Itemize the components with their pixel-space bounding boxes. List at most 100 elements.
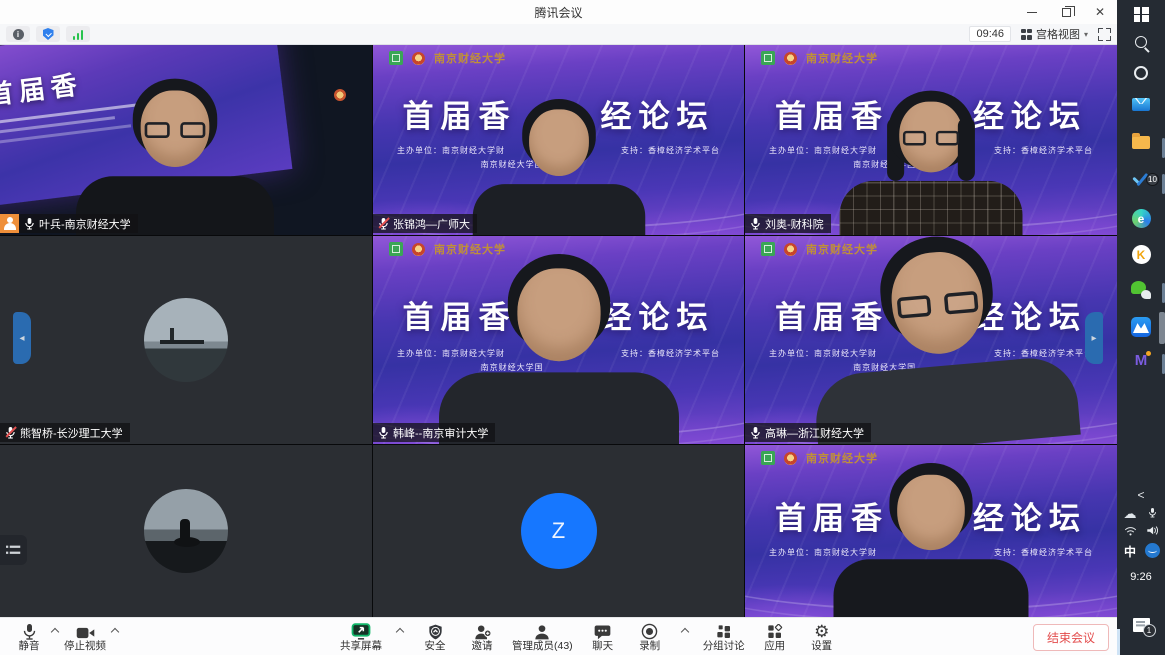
security-button[interactable]: 安全 xyxy=(418,623,452,652)
settings-button[interactable]: ⚙ 设置 xyxy=(805,623,839,652)
participant-nametag: 韩峰--南京审计大学 xyxy=(373,423,495,442)
invite-person-icon xyxy=(474,623,491,640)
taskbar-clock[interactable]: 9:26 xyxy=(1117,571,1165,583)
taskbar-edge-indicator xyxy=(1117,629,1120,655)
share-screen-icon xyxy=(351,623,371,640)
window-controls: ✕ xyxy=(1023,0,1109,24)
security-shield-icon[interactable] xyxy=(36,26,60,42)
participant-nametag: 刘奥-财科院 xyxy=(745,214,831,233)
green-logo-icon xyxy=(761,451,775,465)
participant-nametag: 叶兵-南京财经大学 xyxy=(19,214,138,233)
participant-person xyxy=(801,236,1081,444)
share-screen-button[interactable]: 共享屏幕 xyxy=(340,623,382,652)
blue-tray-app-icon[interactable] xyxy=(1128,543,1165,558)
green-logo-icon xyxy=(389,51,403,65)
participant-initial-avatar: Z xyxy=(521,493,597,569)
network-quality-icon[interactable] xyxy=(66,26,90,42)
desktop-screen: 腾讯会议 ✕ i 09:46 宫格视图 ▾ xyxy=(0,0,1165,655)
mail-icon[interactable] xyxy=(1117,98,1165,111)
meeting-toolbar: 静音 停止视频 共享屏幕 安全 xyxy=(0,617,1117,655)
edge-browser-icon[interactable]: e xyxy=(1117,209,1165,228)
search-icon[interactable] xyxy=(1117,36,1165,48)
mic-on-icon xyxy=(24,217,35,230)
manage-members-button[interactable]: 管理成员(43) xyxy=(512,623,573,652)
gear-icon: ⚙ xyxy=(814,624,829,640)
participant-name: 刘奥-财科院 xyxy=(765,216,824,232)
windows-taskbar: 10 e K M < ☁ 中 9:26 1 xyxy=(1117,0,1165,655)
mute-options-chevron[interactable] xyxy=(51,628,59,636)
list-icon xyxy=(6,544,21,557)
kdocs-icon[interactable]: K xyxy=(1117,245,1165,264)
tencent-meeting-icon[interactable] xyxy=(1117,317,1165,337)
participant-name: 张锦鸿—广师大 xyxy=(393,216,470,232)
participant-nametag: 张锦鸿—广师大 xyxy=(373,214,477,233)
chat-bubble-icon xyxy=(594,623,611,640)
participant-nametag: 高琳—浙江财经大学 xyxy=(745,423,871,442)
participant-person xyxy=(472,99,645,235)
share-options-chevron[interactable] xyxy=(396,628,404,636)
meeting-info-icon[interactable]: i xyxy=(6,26,30,42)
fullscreen-icon[interactable] xyxy=(1098,28,1111,41)
mic-on-icon xyxy=(750,426,761,439)
university-emblem-icon xyxy=(784,243,797,256)
participant-name: 熊智桥-长沙理工大学 xyxy=(20,425,123,441)
action-center-icon[interactable]: 1 xyxy=(1117,618,1165,632)
wechat-icon[interactable] xyxy=(1117,281,1165,299)
windows-start-button[interactable] xyxy=(1117,7,1165,22)
video-tile-initial-z[interactable]: Z xyxy=(373,445,744,617)
member-list-float-button[interactable] xyxy=(0,535,27,565)
invite-button[interactable]: 邀请 xyxy=(465,623,499,652)
meeting-window: 腾讯会议 ✕ i 09:46 宫格视图 ▾ xyxy=(0,0,1117,655)
video-tile-xiongzhiqiao[interactable]: 熊智桥-长沙理工大学 xyxy=(0,236,372,444)
participant-person xyxy=(76,79,274,235)
record-options-chevron[interactable] xyxy=(680,628,688,636)
view-mode-switch[interactable]: 宫格视图 ▾ xyxy=(1021,26,1088,42)
apps-button[interactable]: 应用 xyxy=(758,623,792,652)
view-mode-label: 宫格视图 xyxy=(1036,26,1080,42)
participant-nametag: 熊智桥-长沙理工大学 xyxy=(0,423,130,442)
glasses xyxy=(144,122,205,138)
mic-muted-icon xyxy=(5,426,16,439)
participant-person xyxy=(834,463,1029,617)
volume-tray-icon[interactable] xyxy=(1128,525,1165,536)
banner-logos: 南京财经大学 xyxy=(761,50,878,66)
video-options-chevron[interactable] xyxy=(111,628,119,636)
video-grid: 首届香 叶兵-南京财经大学 xyxy=(0,45,1117,617)
file-explorer-icon[interactable] xyxy=(1117,136,1165,149)
close-button[interactable]: ✕ xyxy=(1091,3,1109,21)
record-button[interactable]: 录制 xyxy=(633,623,667,652)
stop-video-button[interactable]: 停止视频 xyxy=(64,623,106,652)
camera-icon xyxy=(76,623,95,640)
restore-button[interactable] xyxy=(1057,3,1075,21)
microphone-icon xyxy=(22,623,37,640)
green-logo-icon xyxy=(761,242,775,256)
video-tile-hanfeng[interactable]: 南京财经大学 首届香经论坛 主办单位：南京财经大学财支持：香樟经济学术平台 南京… xyxy=(373,236,744,444)
window-title: 腾讯会议 xyxy=(0,4,1117,21)
video-tile-liuao[interactable]: 南京财经大学 首届香经论坛 主办单位：南京财经大学财支持：香樟经济学术平台 南京… xyxy=(745,45,1117,235)
video-tile-gaolin[interactable]: 南京财经大学 首届香经论坛 主办单位：南京财经大学财支持：香樟经济学术平台 南京… xyxy=(745,236,1117,444)
mic-tray-icon[interactable] xyxy=(1128,506,1165,519)
end-meeting-button[interactable]: 结束会议 xyxy=(1033,624,1109,651)
university-emblem-icon xyxy=(412,243,425,256)
video-tile-avatar-only[interactable] xyxy=(0,445,372,617)
chat-button[interactable]: 聊天 xyxy=(586,623,620,652)
chevron-down-icon: ▾ xyxy=(1084,30,1088,39)
status-toolbar: i 09:46 宫格视图 ▾ xyxy=(0,24,1117,45)
todo-check-icon[interactable]: 10 xyxy=(1117,172,1165,188)
mute-button[interactable]: 静音 xyxy=(12,623,46,652)
video-tile-bottom-right[interactable]: 南京财经大学 首届香经论坛 主办单位：南京财经大学财支持：香樟经济学术平台 南京… xyxy=(745,445,1117,617)
video-tile-yebing[interactable]: 首届香 叶兵-南京财经大学 xyxy=(0,45,372,235)
minimize-button[interactable] xyxy=(1023,3,1041,21)
tray-expand-chevron[interactable]: < xyxy=(1117,488,1165,502)
cortana-icon[interactable] xyxy=(1117,66,1165,80)
todo-badge: 10 xyxy=(1146,173,1159,186)
security-shield-icon xyxy=(428,623,443,640)
green-logo-icon xyxy=(761,51,775,65)
video-tile-zhangjinhong[interactable]: 南京财经大学 首届香经论坛 主办单位：南京财经大学财支持：香樟经济学术平台 南京… xyxy=(373,45,744,235)
emblem-icon xyxy=(334,89,346,101)
next-page-arrow[interactable]: ▸ xyxy=(1085,312,1103,364)
previous-page-arrow[interactable]: ◂ xyxy=(13,312,31,364)
participant-name: 韩峰--南京审计大学 xyxy=(393,425,488,441)
m-app-icon[interactable]: M xyxy=(1117,352,1165,369)
breakout-rooms-button[interactable]: 分组讨论 xyxy=(703,623,745,652)
